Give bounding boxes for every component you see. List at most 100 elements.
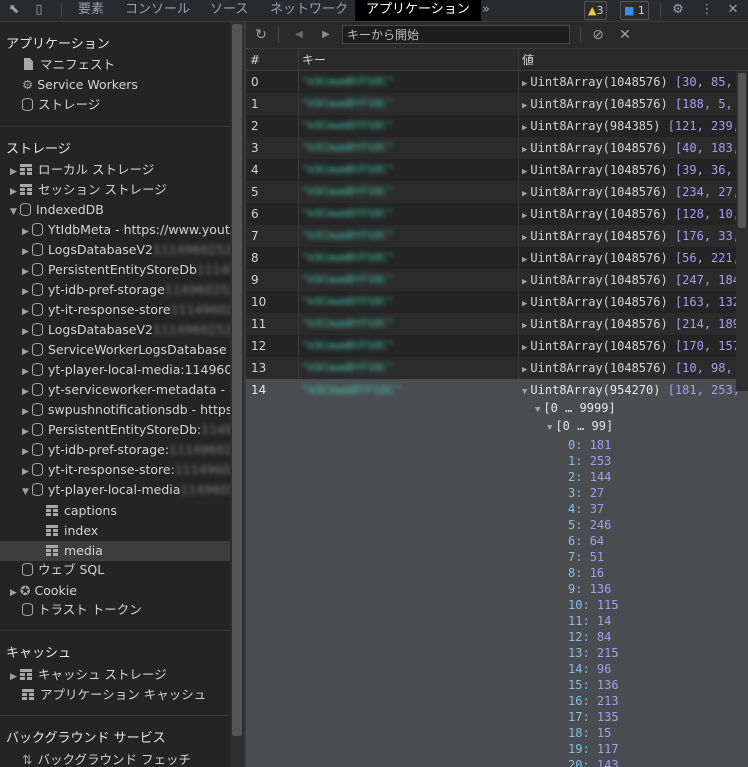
triangle-down-icon[interactable]: ▼ [522, 387, 527, 397]
triangle-right-icon[interactable]: ▶ [22, 302, 32, 322]
sidebar-item-db[interactable]: ▶ yt-serviceworker-metadata - https [22, 380, 230, 400]
triangle-right-icon[interactable]: ▶ [22, 242, 32, 262]
row-value[interactable]: ▶ Uint8Array(1048576) [188, 5, 1 [522, 93, 747, 117]
array-element[interactable]: 8: 16 [568, 565, 619, 581]
array-element[interactable]: 7: 51 [568, 549, 619, 565]
sidebar-item-db[interactable]: ▶ ServiceWorkerLogsDatabase - htt [22, 340, 230, 360]
triangle-right-icon[interactable]: ▶ [522, 123, 527, 133]
inspect-element-icon[interactable]: ⬉ [5, 1, 23, 19]
triangle-right-icon[interactable]: ▶ [10, 162, 20, 182]
array-element[interactable]: 20: 143 [568, 757, 619, 767]
sidebar-item-background-fetch[interactable]: ⇅ バックグラウンド フェッチ [22, 750, 230, 767]
tab-console[interactable]: コンソール [125, 0, 190, 21]
row-value[interactable]: ▶ Uint8Array(1048576) [128, 10, 1 [522, 203, 748, 227]
column-header-value[interactable]: 値 [518, 49, 748, 71]
table-row[interactable]: 0 "k9CmwmBYFS8C" ▶ Uint8Array(1048576) [30,… [246, 71, 748, 93]
column-header-number[interactable]: # [246, 49, 298, 71]
triangle-right-icon[interactable]: ▶ [22, 422, 32, 442]
table-scrollbar[interactable] [736, 71, 748, 391]
array-element[interactable]: 15: 136 [568, 677, 619, 693]
sidebar-item-db[interactable]: ▶ LogsDatabaseV211149602528 [22, 240, 230, 260]
triangle-right-icon[interactable]: ▶ [522, 343, 527, 353]
array-element[interactable]: 16: 213 [568, 693, 619, 709]
table-row[interactable]: 10 "k9CmwmBYFS8C" ▶ Uint8Array(1048576) [16… [246, 291, 747, 313]
array-element[interactable]: 3: 27 [568, 485, 619, 501]
sidebar-item-db-expanded[interactable]: ▼ yt-player-local-media1149602528 [22, 480, 230, 500]
triangle-right-icon[interactable]: ▶ [522, 79, 527, 89]
triangle-right-icon[interactable]: ▶ [522, 277, 527, 287]
triangle-right-icon[interactable]: ▶ [522, 365, 527, 375]
messages-badge[interactable]: ■ 1 [620, 1, 649, 20]
sidebar-item-service-workers[interactable]: ⚙ Service Workers [22, 75, 230, 95]
sidebar-item-db[interactable]: ▶ yt-idb-pref-storage:11149602528 [22, 440, 230, 460]
column-divider[interactable] [298, 49, 299, 379]
array-element[interactable]: 2: 144 [568, 469, 619, 485]
sidebar-item-db[interactable]: ▶ PersistentEntityStoreDb11149602 [22, 260, 230, 280]
kebab-menu-icon[interactable]: ⋮ [698, 1, 716, 19]
table-row[interactable]: 5 "k9CmwmBYFS8C" ▶ Uint8Array(1048576) [234… [246, 181, 748, 203]
table-row[interactable]: 9 "k9CmwmBYFS8C" ▶ Uint8Array(1048576) [247… [246, 269, 747, 291]
tab-network[interactable]: ネットワーク [270, 0, 348, 21]
table-row[interactable]: 12 "k9CmwmBYFS8C" ▶ Uint8Array(1048576) [17… [246, 335, 747, 357]
triangle-down-icon[interactable]: ▼ [547, 423, 552, 433]
triangle-right-icon[interactable]: ▶ [522, 211, 527, 221]
sidebar-item-db[interactable]: ▶ yt-idb-pref-storage1149602528 [22, 280, 230, 300]
triangle-right-icon[interactable]: ▶ [522, 145, 527, 155]
sidebar-item-websql[interactable]: ウェブ SQL [22, 560, 230, 580]
triangle-right-icon[interactable]: ▶ [22, 222, 32, 242]
triangle-right-icon[interactable]: ▶ [10, 182, 20, 202]
array-element[interactable]: 1: 253 [568, 453, 619, 469]
triangle-right-icon[interactable]: ▶ [22, 442, 32, 462]
triangle-down-icon[interactable]: ▼ [22, 482, 32, 502]
array-element[interactable]: 19: 117 [568, 741, 619, 757]
triangle-right-icon[interactable]: ▶ [22, 322, 32, 342]
triangle-right-icon[interactable]: ▶ [22, 462, 32, 482]
sidebar-item-manifest[interactable]: マニフェスト [24, 55, 230, 75]
sidebar-item-store-captions[interactable]: captions [46, 501, 230, 521]
delete-selected-icon[interactable]: ✕ [616, 26, 634, 44]
tab-sources[interactable]: ソース [210, 0, 248, 21]
row-value[interactable]: ▶ Uint8Array(1048576) [56, 221, 1 [522, 247, 748, 271]
triangle-right-icon[interactable]: ▶ [22, 342, 32, 362]
triangle-down-icon[interactable]: ▼ [535, 405, 540, 415]
more-tabs-button[interactable]: » [482, 0, 490, 21]
sidebar-item-store-index[interactable]: index [46, 521, 230, 541]
scrollbar-thumb[interactable] [232, 24, 242, 736]
array-element[interactable]: 12: 84 [568, 629, 619, 645]
triangle-right-icon[interactable]: ▶ [522, 299, 527, 309]
array-element[interactable]: 11: 14 [568, 613, 619, 629]
array-element[interactable]: 14: 96 [568, 661, 619, 677]
clear-object-store-icon[interactable]: ⊘ [589, 26, 607, 44]
array-element[interactable]: 17: 135 [568, 709, 619, 725]
triangle-right-icon[interactable]: ▶ [522, 101, 527, 111]
array-element[interactable]: 9: 136 [568, 581, 619, 597]
row-value[interactable]: ▶ Uint8Array(984385) [121, 239, 1 [522, 115, 748, 139]
row-value[interactable]: ▼ Uint8Array(954270) [181, 253, 1 [522, 383, 748, 397]
refresh-icon[interactable]: ↻ [252, 26, 270, 44]
range-group[interactable]: ▼ [0 … 99] [547, 419, 613, 433]
triangle-right-icon[interactable]: ▶ [22, 282, 32, 302]
row-value[interactable]: ▶ Uint8Array(1048576) [234, 27, 4 [522, 181, 748, 205]
gear-icon[interactable]: ⚙ [669, 1, 687, 19]
sidebar-item-db[interactable]: ▶ LogsDatabaseV211149602528 [22, 320, 230, 340]
triangle-right-icon[interactable]: ▶ [522, 233, 527, 243]
triangle-right-icon[interactable]: ▶ [522, 321, 527, 331]
row-value[interactable]: ▶ Uint8Array(1048576) [176, 33, 1 [522, 225, 748, 249]
table-row[interactable]: 3 "k9CmwmBYFS8C" ▶ Uint8Array(1048576) [40,… [246, 137, 748, 159]
array-element[interactable]: 13: 215 [568, 645, 619, 661]
row-value[interactable]: ▶ Uint8Array(1048576) [30, 85, 20 [522, 71, 748, 95]
sidebar-item-db[interactable]: ▶ yt-player-local-media:1149602528 [22, 360, 230, 380]
table-row[interactable]: 6 "k9CmwmBYFS8C" ▶ Uint8Array(1048576) [128… [246, 203, 748, 225]
triangle-right-icon[interactable]: ▶ [22, 362, 32, 382]
triangle-down-icon[interactable]: ▼ [10, 202, 20, 222]
device-toolbar-icon[interactable]: ▯ [30, 1, 48, 19]
sidebar-item-cookie[interactable]: ▶ ✪ Cookie [10, 581, 230, 601]
previous-page-icon[interactable]: ◀ [290, 26, 308, 44]
next-page-icon[interactable]: ▶ [317, 26, 335, 44]
array-element[interactable]: 4: 37 [568, 501, 619, 517]
close-icon[interactable]: ✕ [724, 1, 742, 19]
array-element[interactable]: 10: 115 [568, 597, 619, 613]
sidebar-item-cache-storage[interactable]: ▶ キャッシュ ストレージ [10, 665, 230, 685]
tab-application[interactable]: アプリケーション [355, 0, 481, 21]
sidebar-item-store-media[interactable]: media [0, 541, 230, 561]
